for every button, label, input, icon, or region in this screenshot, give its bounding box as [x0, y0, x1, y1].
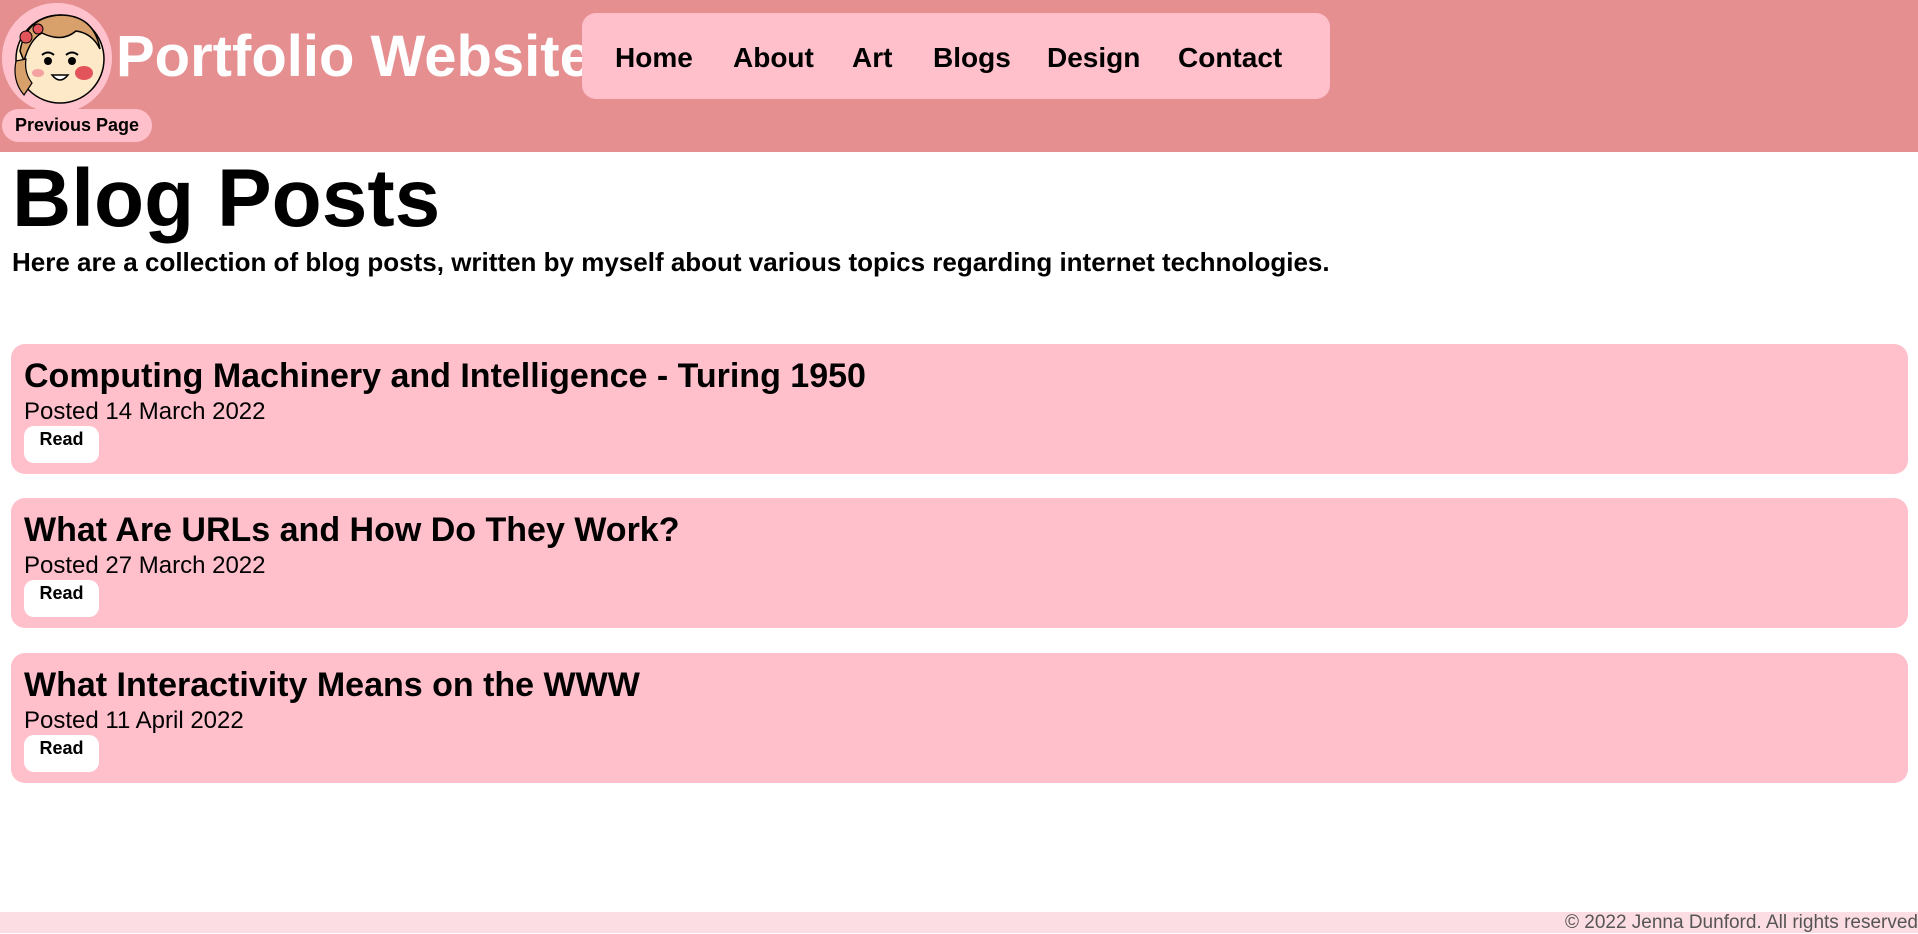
blog-post-title: What Are URLs and How Do They Work? [24, 511, 680, 549]
copyright-text: © 2022 Jenna Dunford. All rights reserve… [1564, 912, 1918, 933]
nav-contact[interactable]: Contact [1178, 44, 1282, 72]
blog-post-card: What Interactivity Means on the WWW Post… [11, 653, 1908, 783]
page-intro: Here are a collection of blog posts, wri… [12, 247, 1330, 277]
previous-page-button[interactable]: Previous Page [2, 109, 152, 142]
blog-post-title: What Interactivity Means on the WWW [24, 666, 640, 704]
nav-blogs[interactable]: Blogs [933, 44, 1011, 72]
blog-post-card: Computing Machinery and Intelligence - T… [11, 344, 1908, 474]
blog-post-date: Posted 11 April 2022 [24, 707, 244, 734]
nav-about[interactable]: About [733, 44, 814, 72]
nav-home[interactable]: Home [615, 44, 693, 72]
blog-post-date: Posted 14 March 2022 [24, 398, 266, 425]
blog-post-card: What Are URLs and How Do They Work? Post… [11, 498, 1908, 628]
read-button[interactable]: Read [24, 580, 99, 617]
main-nav: Home About Art Blogs Design Contact [582, 13, 1330, 99]
site-header: Portfolio Website Home About Art Blogs D… [0, 0, 1918, 152]
read-button[interactable]: Read [24, 426, 99, 463]
page-title: Blog Posts [12, 153, 441, 244]
avatar[interactable] [2, 3, 112, 113]
site-title: Portfolio Website [116, 24, 592, 89]
read-button[interactable]: Read [24, 735, 99, 772]
blog-post-date: Posted 27 March 2022 [24, 552, 266, 579]
nav-design[interactable]: Design [1047, 44, 1140, 72]
avatar-illustration [2, 3, 112, 113]
nav-art[interactable]: Art [852, 44, 892, 72]
blog-post-title: Computing Machinery and Intelligence - T… [24, 357, 866, 395]
